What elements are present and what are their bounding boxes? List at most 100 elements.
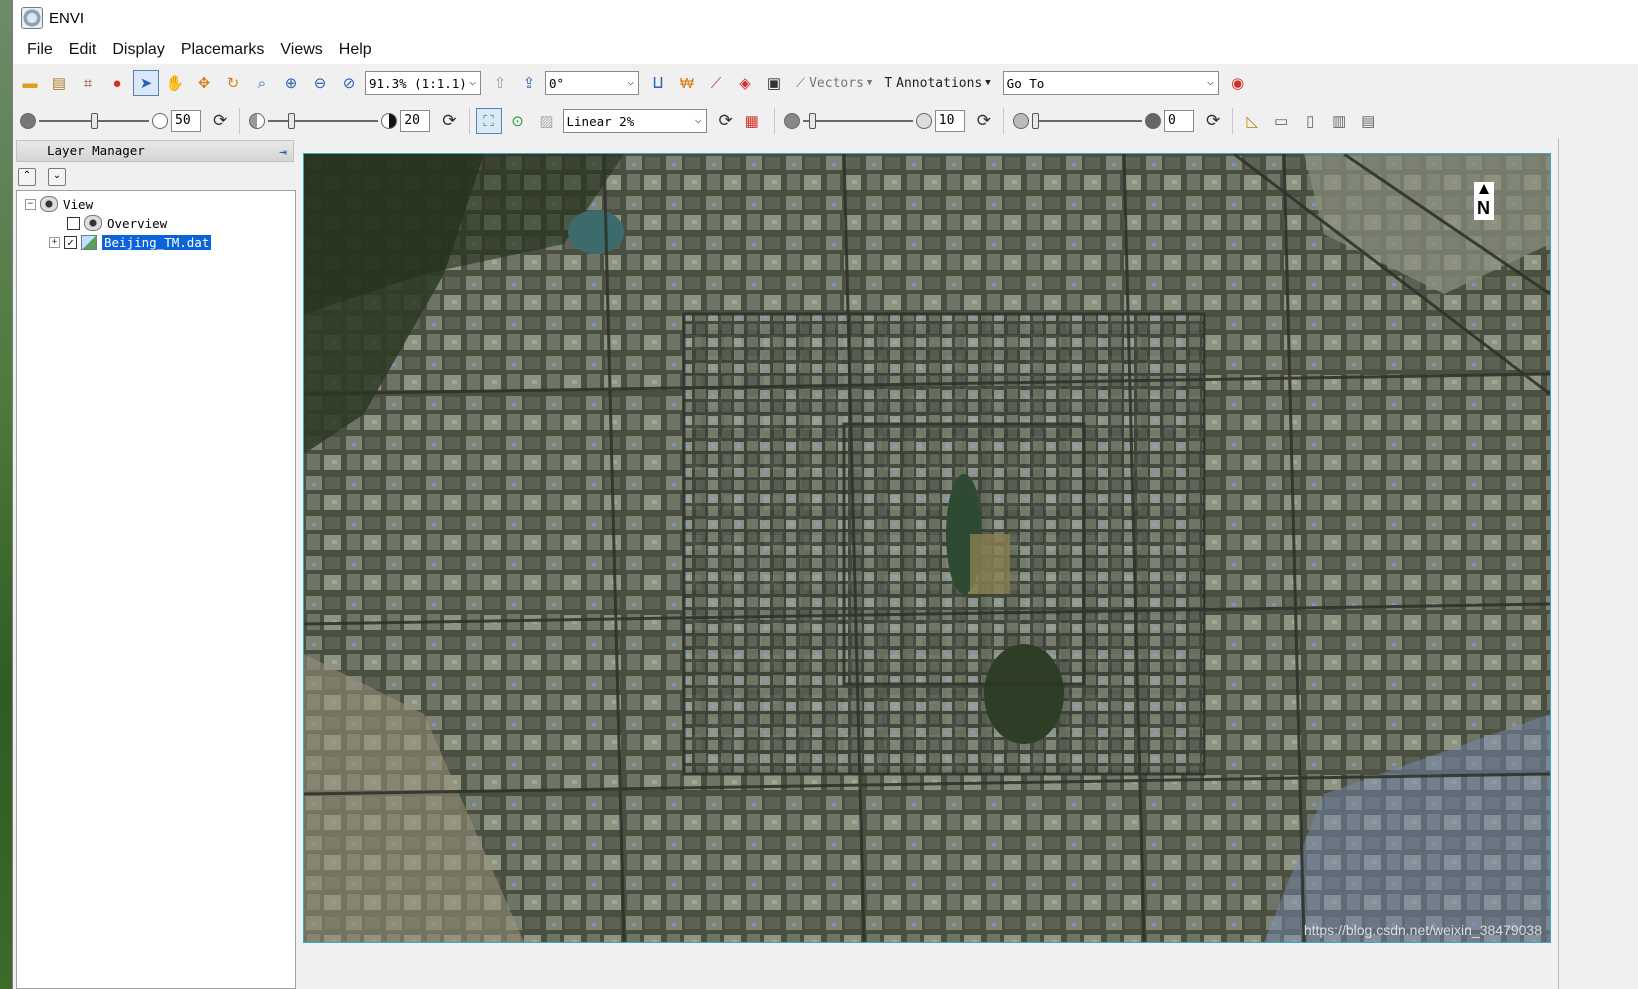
layer-order-buttons: ⌃ ⌄: [18, 168, 78, 186]
image-view[interactable]: N https://blog.csdn.net/weixin_38479038: [303, 153, 1551, 943]
stretch-value: Linear 2%: [566, 113, 635, 129]
sharpen-slider[interactable]: [802, 111, 913, 131]
contrast-thumb[interactable]: [288, 113, 296, 129]
crosshair-icon[interactable]: ⵡ: [645, 70, 671, 96]
layer-checkbox[interactable]: ✓: [64, 235, 77, 249]
tree-node-view[interactable]: − View: [25, 195, 93, 213]
menu-placemarks[interactable]: Placemarks: [173, 36, 273, 64]
roi-icon[interactable]: ◈: [732, 70, 758, 96]
view-eye-icon: [40, 196, 58, 212]
tree-node-layer[interactable]: + ✓ Beijing_TM.dat: [49, 233, 212, 251]
goto-combo[interactable]: Go To ⌵: [1002, 71, 1219, 95]
sharpen-low-icon: [783, 113, 800, 129]
move-up-icon[interactable]: ⌃: [18, 168, 36, 186]
expand-icon[interactable]: +: [49, 236, 60, 248]
open-folder-icon[interactable]: ▬: [17, 70, 43, 96]
brightness-thumb[interactable]: [91, 113, 98, 129]
select-cursor-icon[interactable]: ➤: [133, 70, 159, 96]
menu-display[interactable]: Display: [104, 36, 172, 64]
rotate-north-icon[interactable]: ⇧: [487, 70, 513, 96]
annotations-dropdown[interactable]: T Annotations ▼: [884, 76, 990, 91]
view-blend-icon[interactable]: ▭: [1268, 108, 1294, 134]
reset-brightness-icon[interactable]: ⟳: [213, 111, 227, 131]
vectors-dropdown[interactable]: ⟋ Vectors ▼: [796, 76, 872, 91]
chevron-down-icon: ⌵: [627, 75, 634, 88]
reset-transparency-icon[interactable]: ⟳: [1206, 111, 1220, 131]
reset-sharpen-icon[interactable]: ⟳: [977, 111, 991, 131]
stretch-combo[interactable]: Linear 2% ⌵: [562, 109, 707, 133]
brightness-input[interactable]: 50: [171, 110, 201, 132]
zoom-value: 91.3% (1:1.1): [369, 75, 467, 91]
view-layout-icon[interactable]: ▤: [1355, 108, 1381, 134]
vectors-label: Vectors: [809, 75, 864, 91]
transparency-input[interactable]: 0: [1164, 110, 1194, 132]
separator: [773, 108, 775, 134]
tree-node-overview[interactable]: Overview: [67, 214, 167, 232]
raster-layer-icon: [81, 234, 97, 250]
satellite-image: N: [304, 154, 1550, 942]
measure-icon[interactable]: ⟋: [703, 70, 729, 96]
placemark-icon[interactable]: ●: [104, 70, 130, 96]
pan-hand-icon[interactable]: ✋: [162, 70, 188, 96]
menu-help[interactable]: Help: [331, 36, 380, 64]
separator: [468, 108, 470, 134]
sharpen-input[interactable]: 10: [934, 110, 965, 132]
vectors-icon: ⟋: [796, 75, 806, 91]
menu-edit[interactable]: Edit: [61, 36, 105, 64]
reset-contrast-icon[interactable]: ⟳: [442, 111, 456, 131]
reset-stretch-icon[interactable]: ⟳: [719, 111, 733, 131]
view-swipe-icon[interactable]: ▥: [1326, 108, 1352, 134]
fly-icon[interactable]: ✥: [191, 70, 217, 96]
main-toolbar: ▬ ▤ ⌗ ● ➤ ✋ ✥ ↻ ⌕ ⊕ ⊖ ⊘ 91.3% (1:1.1) ⌵ …: [13, 64, 1638, 102]
menu-views[interactable]: Views: [272, 36, 330, 64]
caret-down-icon: ▼: [985, 78, 991, 88]
menu-file[interactable]: File: [19, 36, 61, 64]
move-down-icon[interactable]: ⌄: [48, 168, 66, 186]
overview-checkbox[interactable]: [67, 216, 80, 230]
contrast-high-icon: [381, 113, 398, 129]
brightness-light-icon: [152, 113, 168, 129]
pixel-locator-icon[interactable]: ▣: [761, 70, 787, 96]
caret-down-icon: ▼: [866, 78, 873, 88]
dock-panel-icon[interactable]: ⇥: [279, 143, 287, 163]
histogram-icon[interactable]: ▦: [739, 108, 765, 134]
rotate-icon[interactable]: ↻: [220, 70, 246, 96]
data-manager-icon[interactable]: ▤: [46, 70, 72, 96]
layer-manager-panel: Layer Manager ⇥ ⌃ ⌄ − View Overview + ✓ …: [14, 138, 296, 989]
zoom-combo[interactable]: 91.3% (1:1.1) ⌵: [365, 71, 481, 95]
transparency-high-icon: [1145, 113, 1161, 129]
spectral-profile-icon[interactable]: ₩: [674, 70, 700, 96]
brightness-slider[interactable]: [39, 111, 149, 131]
rotate-custom-icon[interactable]: ⇪: [516, 70, 542, 96]
zoom-out-icon[interactable]: ⊖: [307, 70, 333, 96]
zoom-full-icon[interactable]: ⊘: [336, 70, 362, 96]
contrast-input[interactable]: 20: [400, 110, 431, 132]
right-side-panel: [1558, 138, 1638, 989]
annotations-label: Annotations: [896, 75, 983, 91]
transparency-slider[interactable]: [1032, 111, 1142, 131]
chip-view-icon[interactable]: ⌗: [75, 70, 101, 96]
collapse-icon[interactable]: −: [25, 198, 36, 210]
stretch-disabled-icon[interactable]: ▨: [534, 108, 560, 134]
goto-value: Go To: [1006, 75, 1045, 91]
contrast-slider[interactable]: [268, 111, 379, 131]
zoom-tool-icon[interactable]: ⌕: [249, 70, 275, 96]
enhancement-toolbar: 50 ⟳ 20 ⟳ ⛶ ⊙ ▨ Linear 2% ⌵ ⟳ ▦ 10 ⟳ 0 ⟳…: [13, 102, 1638, 140]
sharpen-thumb[interactable]: [808, 113, 816, 129]
annotation-text-icon: T: [884, 75, 893, 91]
menu-bar: File Edit Display Placemarks Views Help: [13, 36, 1638, 64]
stretch-full-icon[interactable]: ⊙: [505, 108, 531, 134]
separator: [239, 108, 241, 134]
chevron-down-icon: ⌵: [1207, 75, 1214, 88]
stretch-view-icon[interactable]: ⛶: [475, 108, 502, 134]
separator: [1232, 108, 1234, 134]
zoom-in-icon[interactable]: ⊕: [278, 70, 304, 96]
layer-manager-header: Layer Manager ⇥: [16, 140, 294, 162]
view-flicker-icon[interactable]: ▯: [1297, 108, 1323, 134]
title-bar: ENVI: [13, 0, 1638, 36]
portal-icon[interactable]: ◺: [1239, 108, 1265, 134]
transparency-thumb[interactable]: [1032, 113, 1039, 129]
goto-execute-icon[interactable]: ◉: [1225, 70, 1251, 96]
rotation-value: 0°: [549, 75, 565, 91]
rotation-combo[interactable]: 0° ⌵: [545, 71, 639, 95]
